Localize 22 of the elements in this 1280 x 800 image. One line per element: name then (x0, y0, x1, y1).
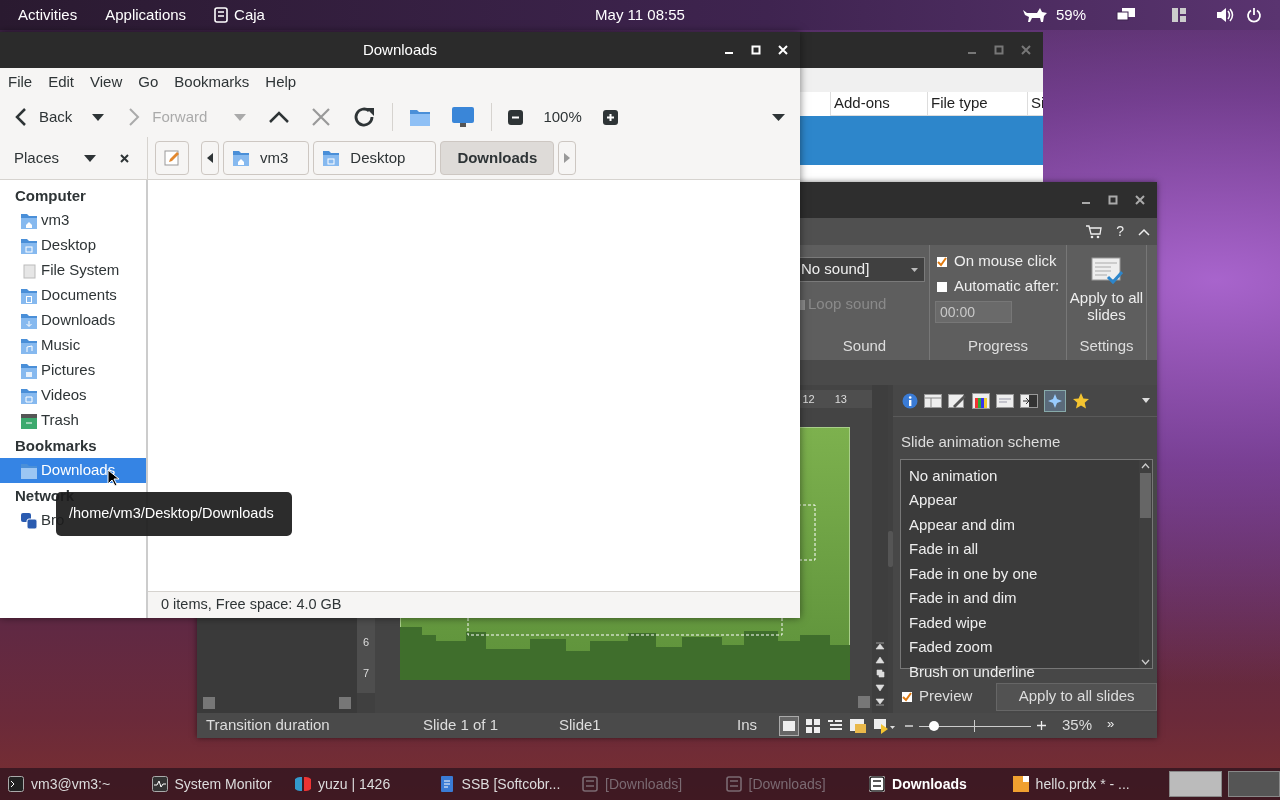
ruler-number: 7 (362, 665, 370, 681)
panel-title: Slide animation scheme (901, 432, 1062, 452)
ruler-number: 6 (362, 635, 370, 650)
group-label: Settings (1078, 336, 1135, 356)
battery-percent: 59% (1055, 4, 1086, 25)
status-text: 0 items, Free space: 4.0 GB (148, 591, 800, 618)
section-heading: Bookmarks (14, 436, 98, 456)
ruler-number: 12 (802, 391, 815, 407)
checkbox-label: Automatic after: (954, 276, 1060, 297)
zoom-level: 100% (543, 106, 582, 127)
section-heading: Computer (14, 186, 87, 206)
ruler-number: 13 (834, 391, 847, 407)
checkbox-label: Preview (919, 686, 973, 707)
status-hint: Transition duration (205, 715, 331, 736)
checkbox-label: On mouse click (954, 251, 1057, 272)
insert-mode: Ins (737, 715, 758, 736)
slide-name: Slide1 (559, 715, 602, 736)
slide-counter: Slide 1 of 1 (423, 715, 500, 736)
zoom-percent: 35% (1062, 715, 1094, 736)
group-label: Sound (841, 336, 888, 356)
group-label: Progress (967, 336, 1029, 356)
window-title: Downloads (362, 39, 438, 60)
